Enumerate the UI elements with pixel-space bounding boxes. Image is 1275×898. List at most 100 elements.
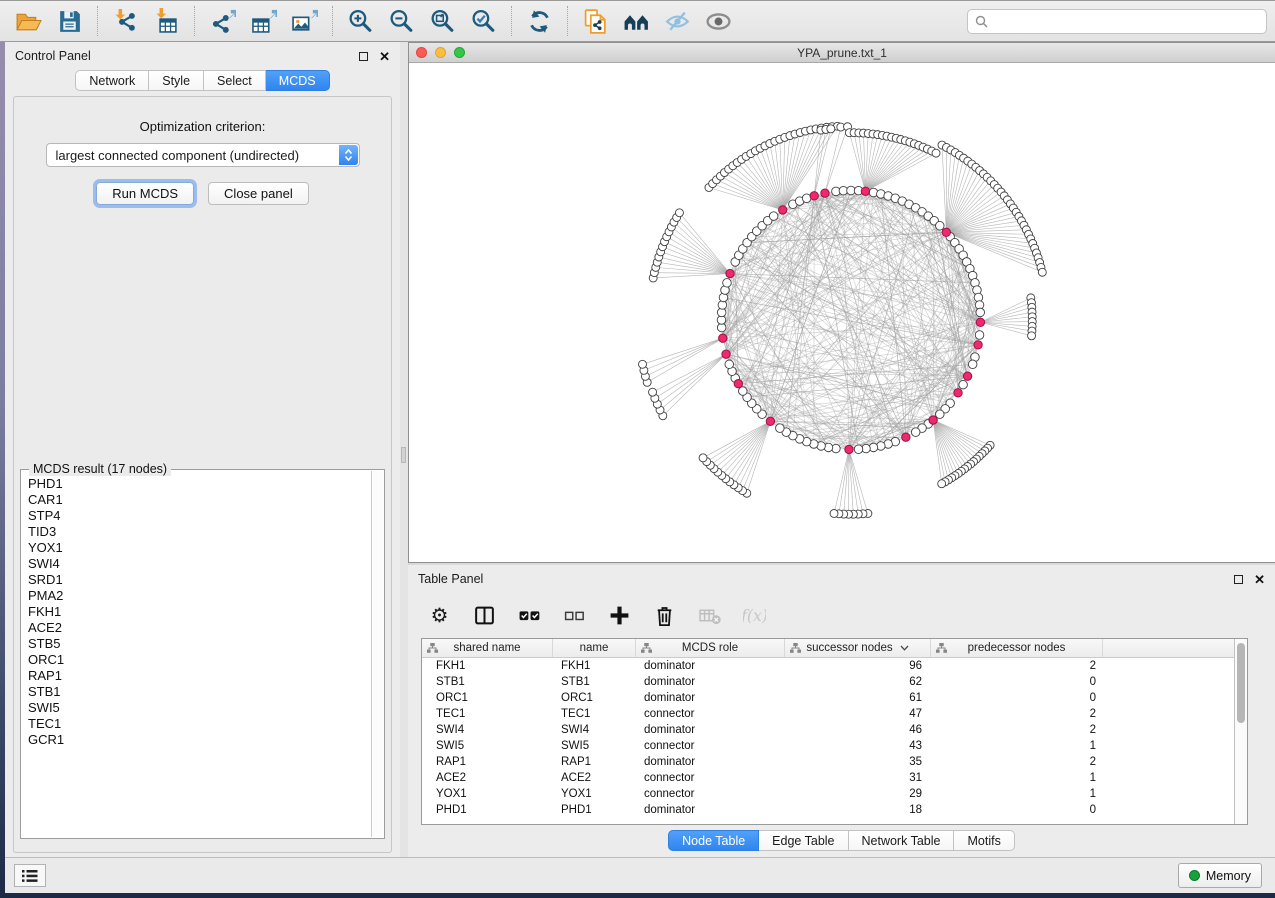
window-close-button[interactable] [416, 47, 427, 58]
open-file-button[interactable] [8, 4, 49, 38]
mcds-result-item[interactable]: GCR1 [28, 732, 371, 748]
mcds-result-item[interactable]: YOX1 [28, 540, 371, 556]
table-row[interactable]: TEC1TEC1connector472 [422, 706, 1234, 722]
criterion-select[interactable]: largest connected component (undirected) [46, 143, 360, 167]
export-image-button[interactable] [284, 4, 325, 38]
search-field[interactable] [967, 9, 1267, 34]
column-header-mcds-role[interactable]: MCDS role [636, 639, 785, 657]
column-header-predecessor-nodes[interactable]: predecessor nodes [931, 639, 1103, 657]
refresh-view-button[interactable] [519, 4, 560, 38]
mcds-result-item[interactable]: STP4 [28, 508, 371, 524]
vertical-splitter[interactable] [400, 42, 408, 857]
close-panel-button[interactable]: Close panel [208, 182, 309, 205]
mcds-result-item[interactable]: RAP1 [28, 668, 371, 684]
tab-style[interactable]: Style [149, 70, 204, 91]
mcds-result-item[interactable]: SRD1 [28, 572, 371, 588]
table-scrollbar[interactable] [1234, 639, 1247, 824]
mcds-result-item[interactable]: STB1 [28, 684, 371, 700]
mcds-result-item[interactable]: TEC1 [28, 716, 371, 732]
deselect-all-button[interactable] [561, 602, 587, 628]
mcds-result-item[interactable]: PMA2 [28, 588, 371, 604]
close-table-panel-icon[interactable]: ✕ [1254, 573, 1265, 586]
mcds-result-item[interactable]: PHD1 [28, 476, 371, 492]
zoom-in-button[interactable] [340, 4, 381, 38]
import-table-button[interactable] [146, 4, 187, 38]
delete-column-button[interactable] [651, 602, 677, 628]
table-mode-gear-button[interactable]: ⚙ [426, 602, 452, 628]
window-minimize-button[interactable] [435, 47, 446, 58]
control-panel-title: Control Panel [15, 49, 91, 63]
export-table-button[interactable] [243, 4, 284, 38]
mcds-result-list[interactable]: PHD1CAR1STP4TID3YOX1SWI4SRD1PMA2FKH1ACE2… [22, 472, 371, 837]
svg-text:⚙: ⚙ [430, 604, 448, 627]
result-scrollbar[interactable] [371, 471, 383, 837]
tab-select[interactable]: Select [204, 70, 266, 91]
table-cell: STB1 [553, 676, 636, 688]
table-tab-node-table[interactable]: Node Table [668, 830, 759, 851]
float-panel-icon[interactable] [359, 52, 368, 61]
network-graph[interactable] [409, 63, 1275, 562]
toolbar-separator [332, 6, 333, 36]
mcds-result-item[interactable]: ORC1 [28, 652, 371, 668]
table-toolbar: ⚙f(x) [420, 596, 1265, 634]
task-history-button[interactable] [14, 864, 46, 887]
zoom-out-button[interactable] [381, 4, 422, 38]
table-row[interactable]: YOX1YOX1connector291 [422, 786, 1234, 802]
save-session-button[interactable] [49, 4, 90, 38]
mcds-result-item[interactable]: CAR1 [28, 492, 371, 508]
mcds-result-item[interactable]: FKH1 [28, 604, 371, 620]
table-tab-network-table[interactable]: Network Table [849, 830, 955, 851]
table-row[interactable]: STB1STB1dominator620 [422, 674, 1234, 690]
import-network-button[interactable] [105, 4, 146, 38]
add-column-button[interactable] [606, 602, 632, 628]
show-columns-button[interactable] [471, 602, 497, 628]
mcds-result-item[interactable]: ACE2 [28, 620, 371, 636]
table-row[interactable]: PHD1PHD1dominator180 [422, 802, 1234, 818]
table-row[interactable]: ORC1ORC1dominator610 [422, 690, 1234, 706]
table-row[interactable]: FKH1FKH1dominator962 [422, 658, 1234, 674]
table-row[interactable]: RAP1RAP1dominator352 [422, 754, 1234, 770]
table-cell: YOX1 [422, 788, 553, 800]
run-mcds-button[interactable]: Run MCDS [96, 182, 194, 205]
column-header-successor-nodes[interactable]: successor nodes [785, 639, 931, 657]
zoom-fit-button[interactable] [422, 4, 463, 38]
column-header-name[interactable]: name [553, 639, 636, 657]
hide-graphics-details-button[interactable] [657, 4, 698, 38]
search-input[interactable] [993, 14, 1259, 28]
mcds-result-item[interactable]: SWI5 [28, 700, 371, 716]
table-panel-title: Table Panel [418, 572, 483, 586]
select-all-button[interactable] [516, 602, 542, 628]
table-cell: dominator [636, 660, 785, 672]
window-zoom-button[interactable] [454, 47, 465, 58]
zoom-selected-button[interactable] [463, 4, 504, 38]
show-graphics-details-icon [705, 8, 732, 35]
mcds-result-item[interactable]: TID3 [28, 524, 371, 540]
table-cell: 96 [785, 660, 931, 672]
table-row[interactable]: SWI4SWI4dominator462 [422, 722, 1234, 738]
tab-mcds[interactable]: MCDS [266, 70, 330, 91]
mcds-result-item[interactable]: SWI4 [28, 556, 371, 572]
show-graphics-details-button[interactable] [698, 4, 739, 38]
float-table-panel-icon[interactable] [1234, 575, 1243, 584]
table-cell: TEC1 [553, 708, 636, 720]
clone-network-button[interactable] [575, 4, 616, 38]
table-row[interactable]: SWI5SWI5connector431 [422, 738, 1234, 754]
memory-status-icon [1189, 870, 1200, 881]
table-cell: 18 [785, 804, 931, 816]
table-cell: SWI4 [422, 724, 553, 736]
tab-network[interactable]: Network [75, 70, 149, 91]
table-tab-edge-table[interactable]: Edge Table [759, 830, 848, 851]
network-view[interactable] [409, 63, 1275, 562]
column-header-label: MCDS role [682, 642, 738, 654]
export-network-button[interactable] [202, 4, 243, 38]
memory-button-label: Memory [1206, 869, 1251, 883]
mcds-result-item[interactable]: STB5 [28, 636, 371, 652]
column-header-shared-name[interactable]: shared name [422, 639, 553, 657]
table-row[interactable]: ACE2ACE2connector311 [422, 770, 1234, 786]
close-panel-icon[interactable]: ✕ [379, 50, 390, 63]
table-scrollbar-thumb[interactable] [1237, 643, 1245, 723]
first-neighbors-button[interactable] [616, 4, 657, 38]
table-tab-motifs[interactable]: Motifs [954, 830, 1014, 851]
memory-button[interactable]: Memory [1178, 863, 1262, 888]
splitter-handle[interactable] [401, 447, 406, 463]
